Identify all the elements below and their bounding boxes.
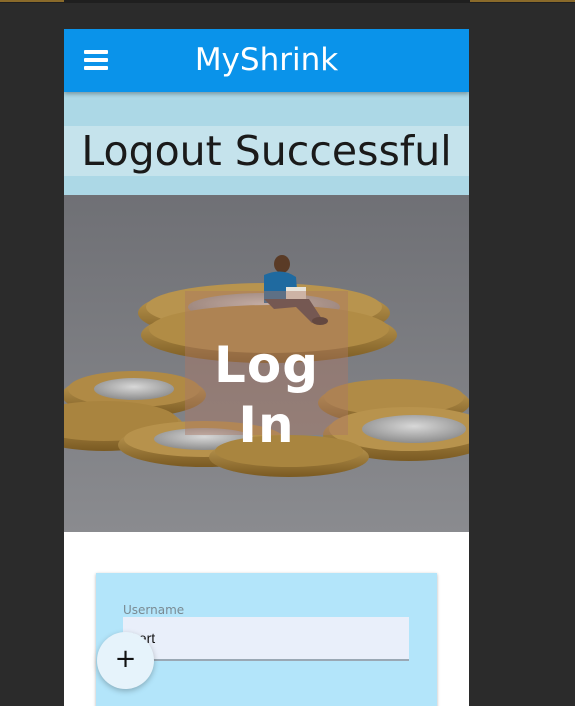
app-viewport: MyShrink Logout Successful Log In Userna…	[64, 29, 469, 706]
top-edge-marker-right	[470, 0, 575, 2]
window-top-edge	[0, 0, 575, 3]
app-bar: MyShrink	[64, 29, 469, 92]
hero-banner: Log In	[64, 195, 469, 532]
username-input[interactable]	[123, 617, 409, 661]
logout-notice: Logout Successful	[64, 92, 469, 195]
top-edge-marker-left	[0, 0, 64, 2]
notice-message: Logout Successful	[81, 127, 452, 175]
add-fab-button[interactable]: +	[97, 632, 154, 689]
username-label: Username	[123, 603, 185, 617]
plus-icon: +	[114, 644, 137, 674]
app-title: MyShrink	[194, 42, 339, 78]
hero-heading: Log In	[213, 336, 319, 454]
login-form-card: Username	[96, 573, 437, 706]
